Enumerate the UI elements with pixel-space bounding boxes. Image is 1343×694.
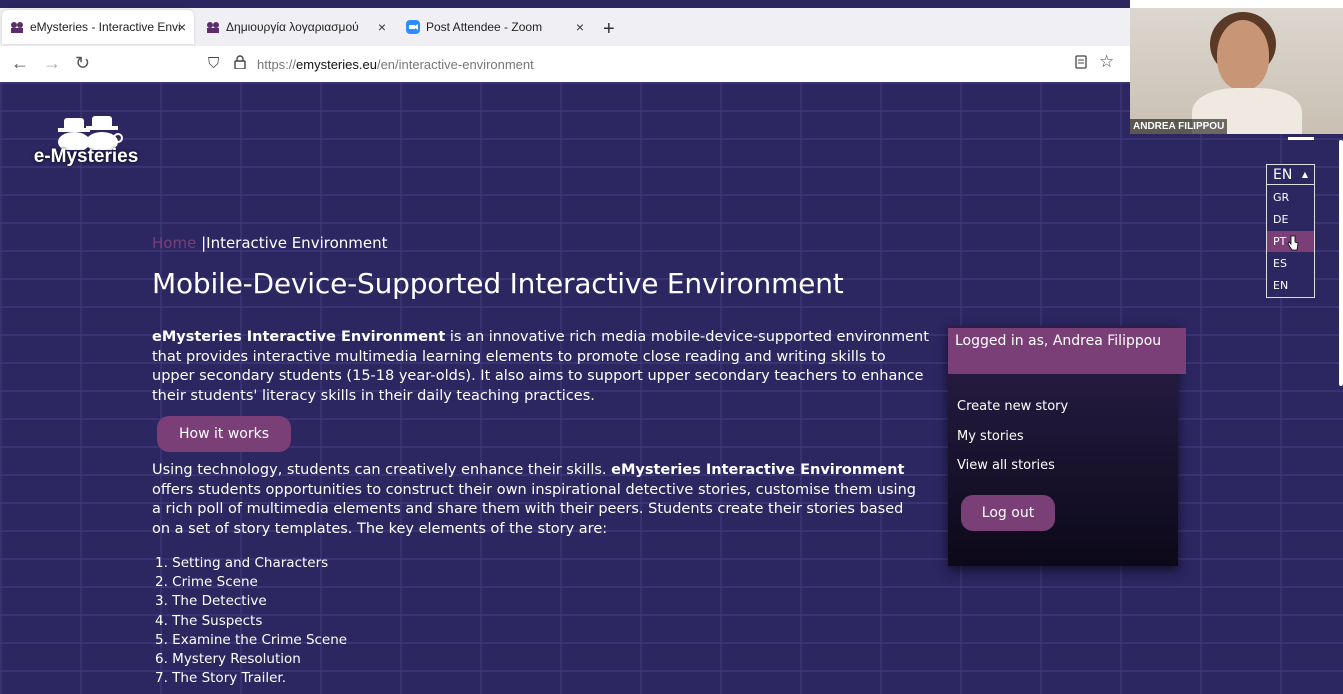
language-option-en[interactable]: EN	[1267, 275, 1314, 296]
list-item: 3. The Detective	[155, 593, 267, 610]
url-prefix: https://	[257, 56, 297, 72]
forward-arrow-icon[interactable]: →	[43, 53, 61, 74]
list-item: 6. Mystery Resolution	[155, 651, 301, 668]
video-feed: ANDREA FILIPPOU	[1130, 8, 1343, 134]
list-item: 5. Examine the Crime Scene	[155, 631, 348, 648]
story-elements-list: 1. Setting and Characters 2. Crime Scene…	[155, 554, 347, 688]
list-item: 7. The Story Trailer.	[155, 670, 287, 687]
list-item: 4. The Suspects	[155, 612, 263, 629]
page-content: e-Mysteries Home |Interactive Environmen…	[0, 82, 1343, 694]
logo-text: e-Mysteries	[33, 146, 139, 167]
language-option-es[interactable]: ES	[1267, 253, 1314, 274]
zoom-favicon-icon	[406, 20, 420, 34]
scrollbar-thumb[interactable]	[1339, 140, 1343, 386]
shield-icon[interactable]: ⛉	[208, 55, 219, 72]
list-item: 2. Crime Scene	[155, 574, 258, 591]
intro-paragraph: eMysteries Interactive Environment is an…	[152, 328, 932, 406]
navigation-bar: ← → ↻ ⛉ https://emysteries.eu/en/interac…	[0, 46, 1130, 83]
language-select[interactable]: EN ▲ GR DE PT ES EN	[1266, 164, 1315, 298]
second-bold: eMysteries Interactive Environment	[611, 462, 905, 478]
logged-in-header: Logged in as, Andrea Filippou	[948, 328, 1186, 374]
language-option-gr[interactable]: GR	[1267, 187, 1314, 208]
back-arrow-icon[interactable]: ←	[11, 53, 29, 74]
emysteries-logo[interactable]: e-Mysteries	[26, 110, 146, 172]
divider	[1288, 137, 1314, 140]
bookmark-star-icon[interactable]: ☆	[1099, 52, 1114, 72]
hand-cursor-icon	[1287, 235, 1299, 254]
tab-account[interactable]: Δημιουργία λογαριασμού ×	[198, 10, 394, 44]
second-text-after: offers students opportunities to constru…	[152, 481, 916, 537]
breadcrumb-home-link[interactable]: Home	[152, 234, 196, 252]
how-it-works-button[interactable]: How it works	[157, 416, 291, 452]
my-stories-link[interactable]: My stories	[957, 429, 1024, 444]
intro-bold: eMysteries Interactive Environment	[152, 329, 446, 345]
tab-bar: eMysteries - Interactive Environ × Δημιο…	[0, 8, 1130, 46]
participant-face	[1217, 20, 1269, 90]
url-path: /en/interactive-environment	[376, 56, 534, 72]
window-edge	[1130, 0, 1343, 8]
tab-zoom[interactable]: Post Attendee - Zoom ×	[398, 10, 592, 44]
reload-icon[interactable]: ↻	[75, 53, 90, 74]
emysteries-favicon-icon	[206, 20, 220, 34]
tab-emysteries[interactable]: eMysteries - Interactive Environ ×	[2, 10, 194, 44]
new-tab-button[interactable]: +	[603, 18, 615, 41]
detectives-logo-icon	[58, 116, 123, 150]
second-text-before: Using technology, students can creativel…	[152, 462, 612, 478]
url-host: emysteries.eu	[296, 56, 377, 72]
view-all-stories-link[interactable]: View all stories	[957, 458, 1055, 473]
participant-name: ANDREA FILIPPOU	[1130, 119, 1228, 134]
list-item: 1. Setting and Characters	[155, 555, 329, 571]
tab-label: eMysteries - Interactive Environ	[30, 20, 180, 34]
log-out-button[interactable]: Log out	[961, 495, 1055, 531]
lock-icon[interactable]	[234, 55, 246, 73]
page-title: Mobile-Device-Supported Interactive Envi…	[152, 267, 844, 300]
language-current-value: EN	[1273, 167, 1293, 183]
language-option-de[interactable]: DE	[1267, 209, 1314, 230]
tab-label: Post Attendee - Zoom	[426, 20, 543, 34]
caret-up-icon: ▲	[1301, 170, 1308, 179]
close-icon[interactable]: ×	[378, 19, 386, 35]
close-icon[interactable]: ×	[178, 19, 186, 35]
user-panel: Logged in as, Andrea Filippou Create new…	[948, 326, 1186, 566]
url-bar[interactable]: https://emysteries.eu/en/interactive-env…	[257, 50, 1057, 78]
language-current[interactable]: EN ▲	[1267, 165, 1314, 185]
breadcrumb-current: Interactive Environment	[206, 234, 388, 252]
close-icon[interactable]: ×	[576, 19, 584, 35]
emysteries-favicon-icon	[10, 20, 24, 34]
reader-view-icon[interactable]	[1075, 55, 1087, 73]
tab-label: Δημιουργία λογαριασμού	[226, 20, 359, 34]
second-paragraph: Using technology, students can creativel…	[152, 461, 922, 539]
create-new-story-link[interactable]: Create new story	[957, 399, 1068, 414]
breadcrumb: Home |Interactive Environment	[152, 234, 388, 252]
